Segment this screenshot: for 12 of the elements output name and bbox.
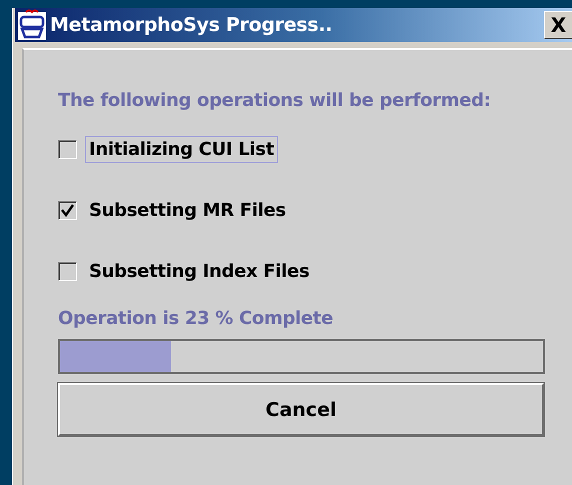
checkbox-label: Subsetting MR Files [88,198,287,222]
heading: The following operations will be performed: [58,90,492,111]
progress-label: Operation is 23 % Complete [58,308,334,329]
checkbox-label: Initializing CUI List [85,136,278,162]
close-button[interactable]: X [544,11,572,39]
checkbox[interactable] [58,200,77,220]
checkbox-label: Subsetting Index Files [88,260,310,284]
cancel-button[interactable]: Cancel [58,383,544,436]
window-title: MetamorphoSys Progress.. [50,14,334,36]
checkbox[interactable] [58,262,77,280]
checkbox[interactable] [58,140,77,158]
app-icon [17,9,47,41]
